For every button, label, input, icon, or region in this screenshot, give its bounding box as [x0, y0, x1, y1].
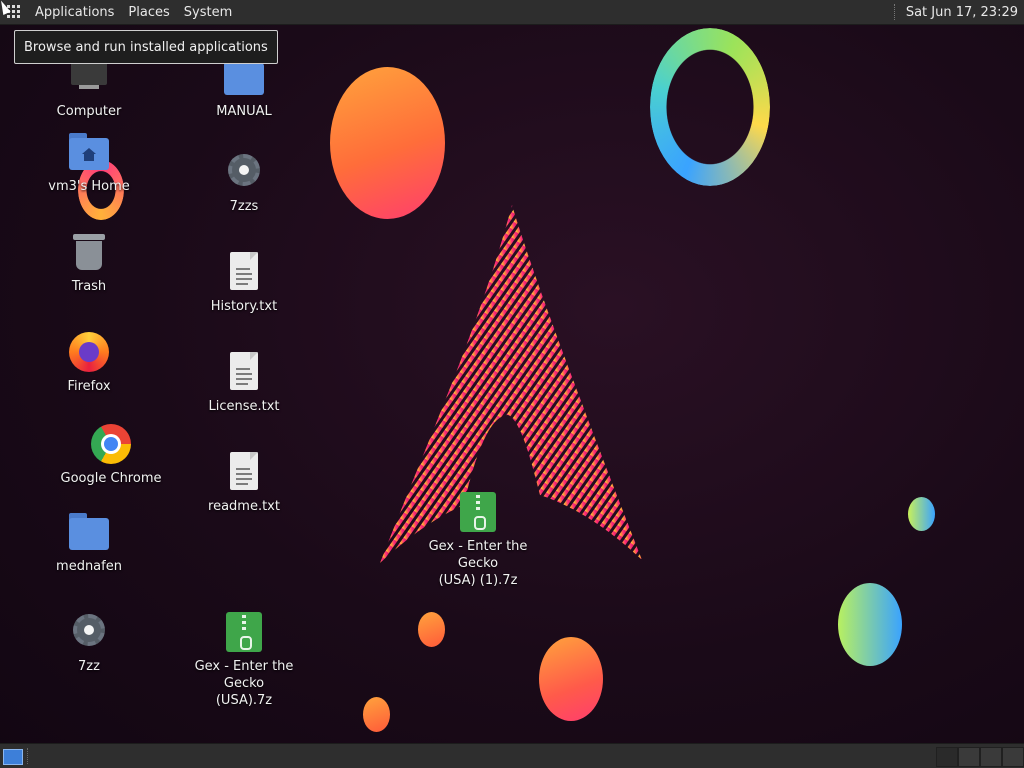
desktop-icon-label: Gex - Enter the Gecko [194, 659, 294, 691]
desktop-icon-google-chrome[interactable]: Google Chrome [41, 422, 181, 487]
text-file-icon [222, 350, 266, 394]
wallpaper-orange-ellipse-2 [539, 637, 603, 721]
desktop-icon-7zzs[interactable]: 7zzs [174, 150, 314, 215]
archive-icon [456, 490, 500, 534]
wallpaper-green-blue-dot [908, 497, 935, 531]
wallpaper-green-blue-ellipse [838, 583, 902, 666]
desktop-icon-label: Google Chrome [60, 471, 162, 486]
workspace-3[interactable] [980, 747, 1002, 767]
desktop-icon-readme-txt[interactable]: readme.txt [174, 450, 314, 515]
desktop-icon-label: Firefox [67, 379, 111, 394]
desktop-icon-firefox[interactable]: Firefox [19, 330, 159, 395]
desktop-icon-mednafen[interactable]: mednafen [19, 510, 159, 575]
places-menu[interactable]: Places [121, 5, 176, 20]
desktop-icon-label: mednafen [56, 559, 122, 574]
home-folder-icon [67, 130, 111, 174]
desktop-icon-history-txt[interactable]: History.txt [174, 250, 314, 315]
panel-handle [27, 748, 32, 764]
desktop-icon-label: (USA) (1).7z [438, 573, 518, 588]
wallpaper-ring [650, 28, 770, 186]
applications-tooltip: Browse and run installed applications [14, 30, 278, 64]
desktop-icon-label: MANUAL [216, 104, 272, 119]
gear-icon [222, 150, 266, 194]
top-panel: Applications Places System Sat Jun 17, 2… [0, 0, 1024, 25]
wallpaper-orange-dot-1 [418, 612, 445, 647]
archive-icon [222, 610, 266, 654]
text-file-icon [222, 450, 266, 494]
folder-icon [67, 510, 111, 554]
text-file-icon [222, 250, 266, 294]
workspace-4[interactable] [1002, 747, 1024, 767]
panel-separator [893, 4, 898, 20]
desktop-icon-7zz[interactable]: 7zz [19, 610, 159, 675]
desktop-icon-trash[interactable]: Trash [19, 230, 159, 295]
desktop-icon-label: vm3's Home [48, 179, 130, 194]
desktop-icon-manual[interactable]: MANUAL [174, 55, 314, 120]
chrome-icon [89, 422, 133, 466]
desktop-icon-label: (USA).7z [215, 693, 273, 708]
desktop-icon-gex-7z[interactable]: Gex - Enter the Gecko (USA).7z [174, 610, 314, 709]
workspace-2[interactable] [958, 747, 980, 767]
show-desktop-button[interactable] [3, 749, 23, 765]
applications-menu[interactable]: Applications [28, 5, 121, 20]
firefox-icon [67, 330, 111, 374]
trash-icon [67, 230, 111, 274]
clock-area: Sat Jun 17, 23:29 [893, 0, 1018, 24]
desktop-icon-gex-1-7z[interactable]: Gex - Enter the Gecko (USA) (1).7z [408, 490, 548, 589]
desktop-icon-label: Trash [71, 279, 107, 294]
desktop-icon-license-txt[interactable]: License.txt [174, 350, 314, 415]
desktop-icon-label: 7zz [78, 659, 100, 674]
clock[interactable]: Sat Jun 17, 23:29 [906, 5, 1018, 20]
bottom-panel [0, 743, 1024, 768]
gear-icon [67, 610, 111, 654]
desktop-icon-label: Computer [56, 104, 122, 119]
desktop-icon-label: Gex - Enter the Gecko [428, 539, 528, 571]
desktop-icon-label: 7zzs [229, 199, 259, 214]
desktop-icon-label: License.txt [208, 399, 280, 414]
desktop-icon-label: readme.txt [208, 499, 280, 514]
wallpaper-orange-dot-2 [363, 697, 390, 732]
desktop-icon-computer[interactable]: Computer [19, 55, 159, 120]
workspace-1[interactable] [936, 747, 958, 767]
system-menu[interactable]: System [177, 5, 239, 20]
wallpaper-orange-ellipse [330, 67, 445, 219]
desktop-icon-home[interactable]: vm3's Home [19, 130, 159, 195]
desktop-icon-label: History.txt [210, 299, 278, 314]
